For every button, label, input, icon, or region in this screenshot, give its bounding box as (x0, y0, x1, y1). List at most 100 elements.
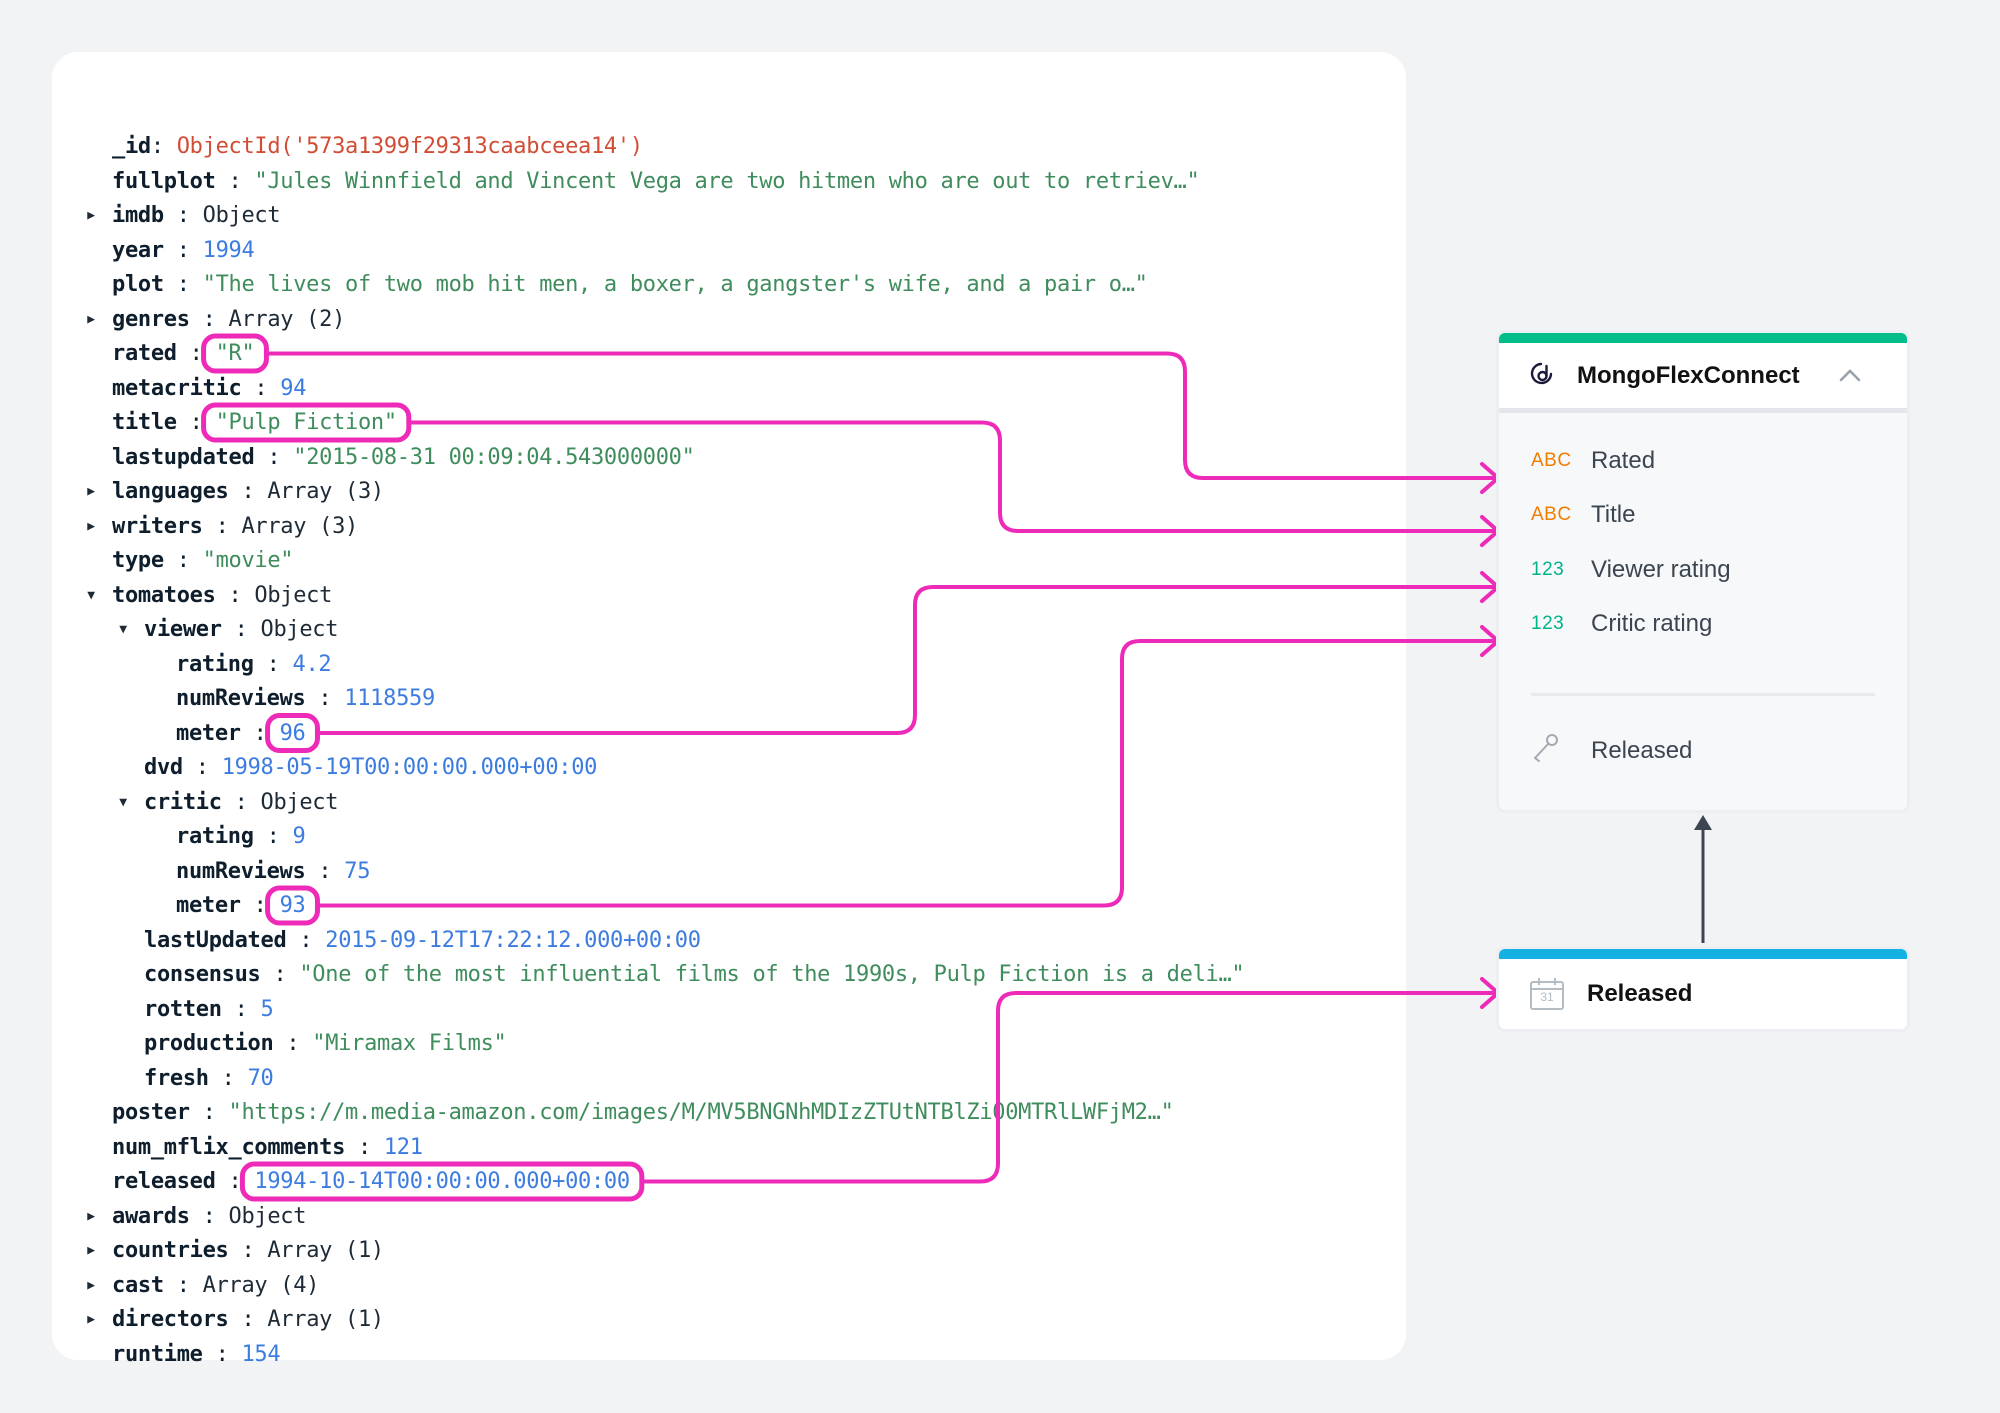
field-separator: : (240, 720, 280, 746)
field-critic-rating[interactable]: 123 Critic rating (1531, 604, 1712, 644)
field-key: title (112, 410, 177, 435)
field-row-rating: rating : 4.2 (176, 648, 332, 683)
field-separator: : (163, 1272, 203, 1298)
field-value: Object (228, 1203, 307, 1229)
field-row-directors[interactable]: ▶ directors : Array (1) (87, 1303, 384, 1338)
field-key: num_mflix_comments (112, 1134, 346, 1160)
released-date-card[interactable]: 31 Released (1499, 949, 1907, 1029)
field-key: type (112, 548, 164, 573)
caret-right-icon[interactable]: ▶ (84, 303, 98, 338)
field-released-key[interactable]: Released (1531, 731, 1692, 771)
field-row-meter: meter : 96 (176, 717, 306, 752)
field-viewer-rating[interactable]: 123 Viewer rating (1531, 550, 1731, 590)
caret-right-icon[interactable]: ▶ (84, 510, 98, 545)
field-key: meter (176, 720, 241, 746)
field-row-tomatoes[interactable]: ▼ tomatoes : Object (87, 579, 333, 614)
field-row-rating: rating : 9 (176, 820, 306, 855)
field-value: Array (1) (267, 1238, 384, 1263)
caret-right-icon[interactable]: ▶ (84, 1234, 98, 1269)
card-title: Released (1587, 980, 1693, 1007)
field-separator: : (221, 789, 261, 815)
card-title: MongoFlexConnect (1577, 361, 1800, 389)
field-separator: : (260, 962, 300, 987)
field-value: Object (254, 582, 333, 608)
field-value: 4.2 (292, 651, 332, 677)
mongoflexconnect-card: MongoFlexConnect ABC Rated ABC Title 123… (1499, 333, 1907, 810)
field-row-fresh: fresh : 70 (144, 1062, 274, 1097)
card-accent-bar (1499, 333, 1907, 343)
calendar-day: 31 (1540, 990, 1554, 1004)
field-key: numReviews (176, 858, 306, 884)
field-separator: : (221, 996, 261, 1022)
arrowhead-icon (1480, 571, 1502, 603)
field-separator: : (345, 1134, 384, 1160)
number-type-icon: 123 (1531, 559, 1565, 580)
caret-right-icon[interactable]: ▶ (84, 1303, 98, 1338)
field-separator: : (305, 858, 345, 884)
field-key: viewer (144, 617, 222, 642)
document-viewer: _id: ObjectId('573a1399f29313caabceea14'… (52, 52, 1406, 1367)
field-label: Critic rating (1591, 610, 1713, 637)
field-row-meter: meter : 93 (176, 889, 306, 924)
field-key: tomatoes (112, 582, 216, 608)
arrowhead-up-icon (1694, 815, 1712, 830)
field-value: 96 (279, 720, 306, 746)
field-key: _id (112, 134, 151, 159)
field-separator: : (228, 1238, 268, 1263)
caret-down-icon[interactable]: ▼ (84, 579, 98, 614)
field-rated[interactable]: ABC Rated (1531, 441, 1655, 481)
field-key: rating (176, 651, 254, 677)
field-label: Title (1591, 501, 1636, 528)
field-row-critic[interactable]: ▼ critic : Object (119, 786, 338, 821)
field-row-writers[interactable]: ▶ writers : Array (3) (87, 510, 358, 545)
field-row-consensus: consensus : "One of the most influential… (144, 958, 1245, 993)
caret-down-icon[interactable]: ▼ (116, 613, 130, 648)
field-value: 2015-09-12T17:22:12.000+00:00 (325, 927, 701, 953)
field-row-countries[interactable]: ▶ countries : Array (1) (87, 1234, 384, 1269)
field-row--id: _id: ObjectId('573a1399f29313caabceea14'… (112, 130, 643, 165)
chevron-up-icon[interactable] (1839, 367, 1861, 386)
field-value: "https://m.media-amazon.com/images/M/MV5… (228, 1100, 1174, 1125)
field-row-languages[interactable]: ▶ languages : Array (3) (87, 475, 384, 510)
field-row-genres[interactable]: ▶ genres : Array (2) (87, 303, 345, 338)
field-value: ObjectId('573a1399f29313caabceea14') (176, 134, 643, 159)
field-value: Array (3) (267, 479, 384, 504)
field-separator: : (163, 237, 203, 263)
field-key: metacritic (112, 375, 242, 401)
field-key: writers (112, 513, 203, 539)
caret-right-icon[interactable]: ▶ (84, 199, 98, 234)
field-separator: : (228, 479, 268, 504)
card-header[interactable]: MongoFlexConnect (1499, 343, 1907, 413)
field-title[interactable]: ABC Title (1531, 495, 1635, 535)
key-icon (1531, 732, 1591, 770)
field-separator: : (208, 1065, 248, 1091)
field-row-fullplot: fullplot : "Jules Winnfield and Vincent … (112, 165, 1200, 200)
field-separator: : (241, 375, 281, 401)
field-row-viewer[interactable]: ▼ viewer : Object (119, 613, 339, 648)
field-value: 1118559 (344, 686, 435, 711)
field-key: genres (112, 306, 190, 332)
caret-right-icon[interactable]: ▶ (84, 1200, 98, 1235)
caret-down-icon[interactable]: ▼ (116, 786, 130, 821)
field-row-awards[interactable]: ▶ awards : Object (87, 1200, 307, 1235)
field-separator: : (189, 1100, 229, 1125)
field-value: "One of the most influential films of th… (299, 962, 1245, 987)
field-value: 75 (344, 858, 371, 884)
field-separator: : (228, 1307, 268, 1332)
field-row-imdb[interactable]: ▶ imdb : Object (87, 199, 280, 234)
field-value: "2015-08-31 00:09:04.543000000" (293, 444, 695, 470)
field-row-cast[interactable]: ▶ cast : Array (4) (87, 1269, 319, 1304)
field-value: 70 (247, 1065, 274, 1091)
field-value: Object (260, 617, 339, 642)
field-row-runtime: runtime : 154 (112, 1338, 281, 1373)
caret-right-icon[interactable]: ▶ (84, 475, 98, 510)
caret-right-icon[interactable]: ▶ (84, 1269, 98, 1304)
field-key: fullplot (112, 168, 216, 194)
field-key: directors (112, 1307, 229, 1332)
arrowhead-icon (1480, 625, 1502, 657)
field-key: imdb (112, 203, 164, 228)
field-separator: : (202, 1341, 242, 1367)
card-header: 31 Released (1499, 959, 1907, 1029)
field-row-type: type : "movie" (112, 544, 294, 579)
field-key: countries (112, 1238, 229, 1263)
